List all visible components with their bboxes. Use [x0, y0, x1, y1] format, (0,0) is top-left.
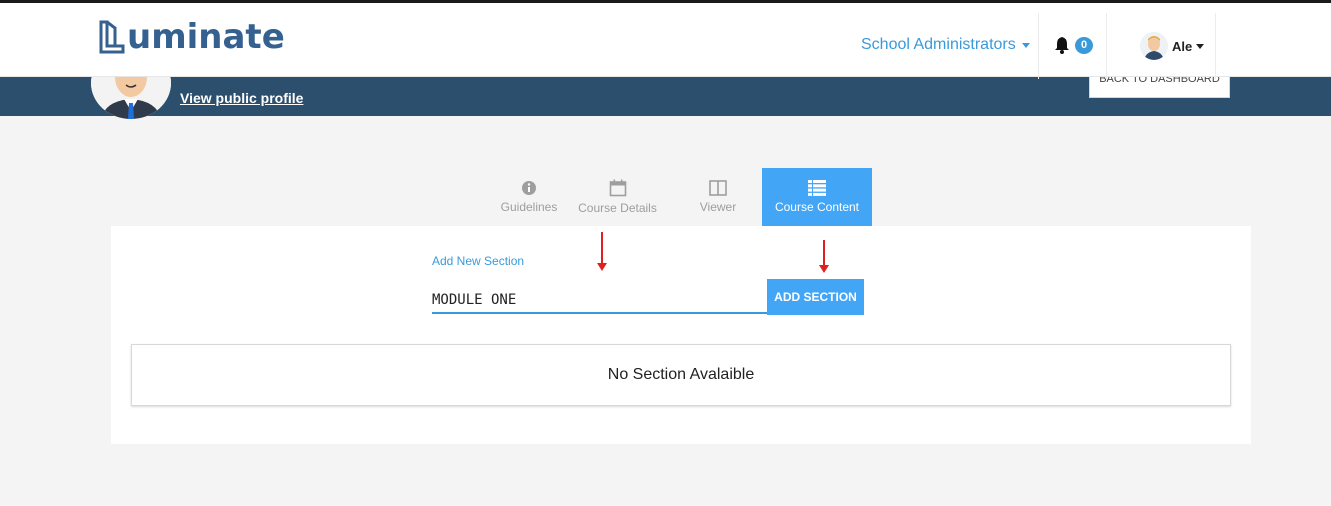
user-avatar: [1140, 32, 1168, 60]
tab-guidelines[interactable]: Guidelines: [497, 168, 561, 226]
role-label: School Administrators: [861, 36, 1016, 53]
tab-course-details[interactable]: Course Details: [561, 168, 674, 226]
calendar-icon: [609, 179, 626, 197]
notifications-button[interactable]: 0: [1053, 36, 1093, 54]
sections-list: No Section Avalaible: [131, 344, 1231, 406]
chevron-down-icon: [1021, 42, 1030, 48]
tab-viewer[interactable]: Viewer: [674, 168, 762, 226]
notification-badge: 0: [1075, 36, 1093, 54]
tab-course-content[interactable]: Course Content: [762, 168, 872, 226]
course-tabs: Guidelines Course Details Viewer Course …: [497, 168, 872, 226]
list-icon: [808, 180, 826, 196]
chevron-down-icon: [1196, 43, 1205, 49]
tab-label: Guidelines: [500, 200, 558, 214]
section-name-input[interactable]: [432, 288, 768, 314]
info-icon: [522, 181, 536, 195]
empty-state-message: No Section Avalaible: [607, 366, 755, 383]
luminate-logo[interactable]: uminate: [99, 17, 285, 57]
add-section-button[interactable]: ADD SECTION: [767, 279, 864, 315]
header-divider: [1038, 13, 1039, 79]
tab-label: Course Details: [578, 201, 657, 215]
header-divider: [1106, 13, 1107, 79]
course-content-panel: [111, 226, 1251, 444]
bell-icon: [1055, 37, 1069, 54]
columns-icon: [709, 180, 727, 196]
view-public-profile-link[interactable]: View public profile: [180, 90, 303, 106]
annotation-arrow: [819, 240, 829, 273]
user-menu[interactable]: Ale: [1140, 32, 1205, 60]
tab-label: Viewer: [699, 200, 737, 214]
header-divider: [1215, 13, 1216, 79]
logo-mark-icon: [99, 20, 125, 54]
user-name: Ale: [1172, 38, 1193, 54]
tab-label: Course Content: [774, 200, 860, 214]
role-dropdown[interactable]: School Administrators: [861, 36, 1030, 54]
top-header: uminate School Administrators 0 Ale: [0, 3, 1331, 79]
add-new-section-label: Add New Section: [432, 254, 525, 268]
annotation-arrow: [597, 232, 607, 271]
logo-text: uminate: [127, 17, 285, 57]
